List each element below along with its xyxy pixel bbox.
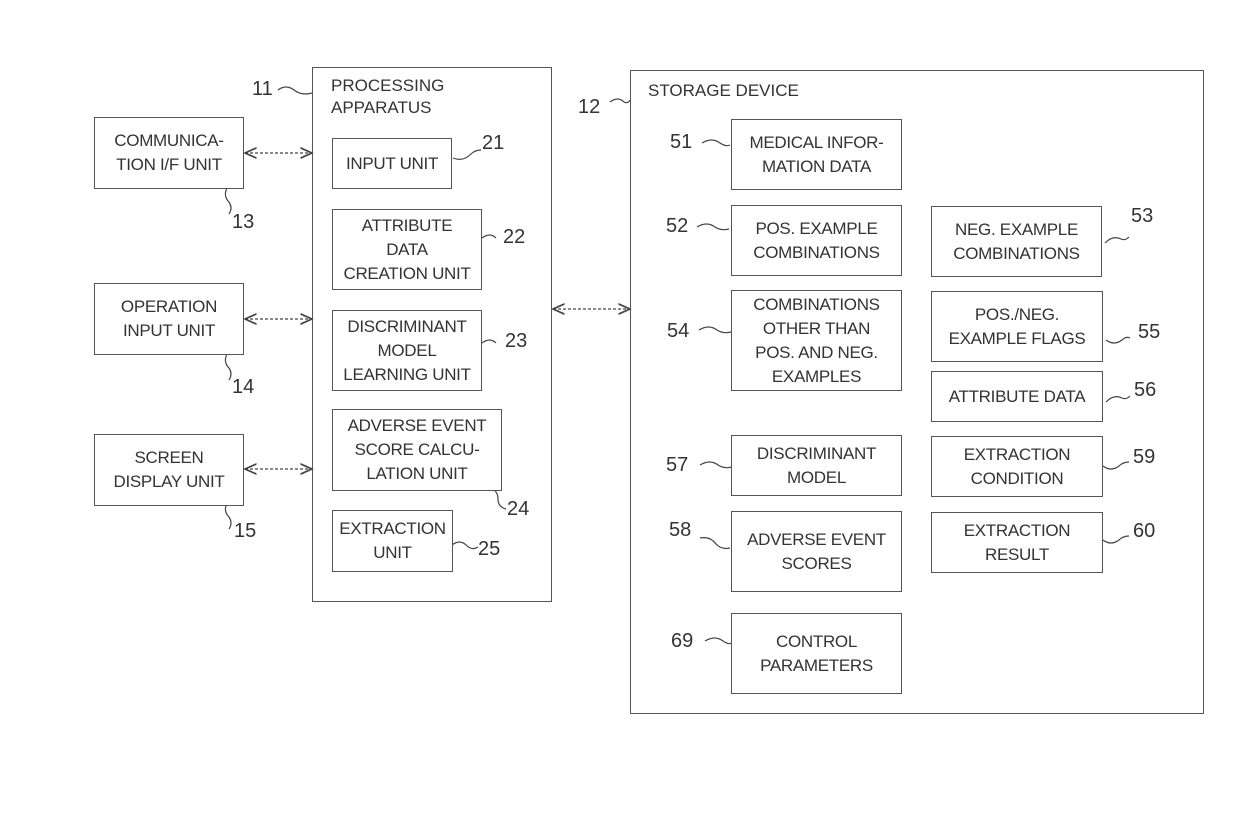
ref-58: 58	[669, 519, 692, 541]
ref-24: 24	[507, 498, 530, 520]
ref-51: 51	[670, 131, 693, 153]
input-unit: INPUT UNIT	[332, 138, 452, 189]
leader-11	[277, 86, 313, 95]
ref-23: 23	[505, 330, 528, 352]
neg-example-combinations: NEG. EXAMPLE COMBINATIONS	[931, 206, 1102, 277]
ref-12: 12	[578, 96, 601, 118]
ref-69: 69	[671, 630, 694, 652]
ref-55: 55	[1138, 321, 1161, 343]
leader-14	[224, 353, 232, 381]
discriminant-model: DISCRIMINANT MODEL	[731, 435, 902, 496]
leader-13	[224, 187, 232, 215]
ref-22: 22	[503, 226, 526, 248]
combinations-other-than-pos-and-neg-examples: COMBINATIONS OTHER THAN POS. AND NEG. EX…	[731, 290, 902, 391]
ref-52: 52	[666, 215, 689, 237]
storage-device-title: STORAGE DEVICE	[648, 81, 799, 100]
ref-15: 15	[234, 520, 257, 542]
operation-input-unit: OPERATION INPUT UNIT	[94, 283, 244, 355]
medical-information-data: MEDICAL INFOR- MATION DATA	[731, 119, 902, 190]
communication-if-unit: COMMUNICA- TION I/F UNIT	[94, 117, 244, 189]
ref-53: 53	[1131, 205, 1154, 227]
adverse-event-scores: ADVERSE EVENT SCORES	[731, 511, 902, 592]
leader-12	[609, 98, 631, 104]
adverse-event-score-calculation-unit: ADVERSE EVENT SCORE CALCU- LATION UNIT	[332, 409, 502, 491]
extraction-condition: EXTRACTION CONDITION	[931, 436, 1103, 497]
ref-54: 54	[667, 320, 690, 342]
screen-display-unit: SCREEN DISPLAY UNIT	[94, 434, 244, 506]
ref-21: 21	[482, 132, 505, 154]
ref-25: 25	[478, 538, 501, 560]
ref-14: 14	[232, 376, 255, 398]
leader-15	[224, 502, 232, 530]
ref-11: 11	[252, 78, 273, 100]
attribute-data-creation-unit: ATTRIBUTE DATA CREATION UNIT	[332, 209, 482, 290]
storage-device	[630, 70, 1204, 714]
ref-59: 59	[1133, 446, 1156, 468]
ref-57: 57	[666, 454, 689, 476]
attribute-data: ATTRIBUTE DATA	[931, 371, 1103, 422]
pos-neg-example-flags: POS./NEG. EXAMPLE FLAGS	[931, 291, 1103, 362]
ref-13: 13	[232, 211, 255, 233]
processing-apparatus-title: PROCESSING APPARATUS	[331, 76, 445, 117]
discriminant-model-learning-unit: DISCRIMINANT MODEL LEARNING UNIT	[332, 310, 482, 391]
pos-example-combinations: POS. EXAMPLE COMBINATIONS	[731, 205, 902, 276]
control-parameters: CONTROL PARAMETERS	[731, 613, 902, 694]
ref-56: 56	[1134, 379, 1157, 401]
ref-60: 60	[1133, 520, 1156, 542]
extraction-unit: EXTRACTION UNIT	[332, 510, 453, 572]
extraction-result: EXTRACTION RESULT	[931, 512, 1103, 573]
